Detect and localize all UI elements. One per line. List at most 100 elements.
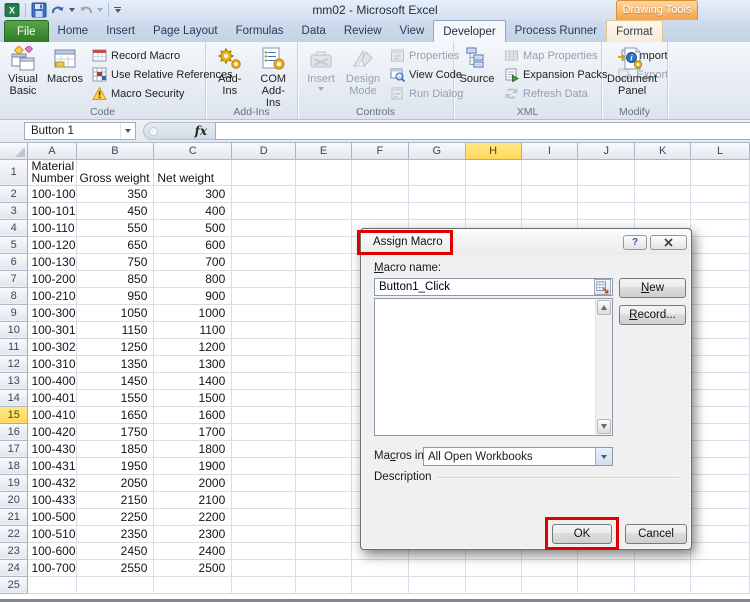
new-button[interactable]: New — [619, 278, 686, 298]
cell-C7[interactable]: 800 — [153, 270, 233, 288]
cell-B2[interactable]: 350 — [76, 185, 155, 203]
tab-review[interactable]: Review — [335, 20, 391, 42]
ribbon-source-button[interactable]: Source — [456, 44, 498, 106]
range-selector-button[interactable] — [594, 279, 611, 295]
cell-B5[interactable]: 650 — [76, 236, 155, 254]
cell-G1[interactable] — [408, 159, 466, 186]
cell-L1[interactable] — [690, 159, 750, 186]
cell-E4[interactable] — [295, 219, 352, 237]
cell-B19[interactable]: 2050 — [76, 474, 155, 492]
cell-A10[interactable]: 100-301 — [27, 321, 77, 339]
cell-J24[interactable] — [577, 559, 636, 577]
cell-A14[interactable]: 100-401 — [27, 389, 77, 407]
cell-I1[interactable] — [521, 159, 579, 186]
cell-L5[interactable] — [690, 236, 750, 254]
row-header-12[interactable]: 12 — [0, 355, 29, 373]
row-header-21[interactable]: 21 — [0, 508, 29, 526]
cell-K25[interactable] — [634, 576, 692, 594]
cell-L9[interactable] — [690, 304, 750, 322]
cell-B25[interactable] — [76, 576, 155, 594]
cell-A23[interactable]: 100-600 — [27, 542, 77, 560]
macro-list-scrollbar[interactable] — [595, 299, 612, 435]
cell-L3[interactable] — [690, 202, 750, 220]
cell-A2[interactable]: 100-100 — [27, 185, 77, 203]
cell-D1[interactable] — [231, 159, 297, 186]
cell-D8[interactable] — [231, 287, 297, 305]
cell-C10[interactable]: 1100 — [153, 321, 233, 339]
tab-process-runner[interactable]: Process Runner — [506, 20, 606, 42]
cell-A13[interactable]: 100-400 — [27, 372, 77, 390]
dialog-title-bar[interactable]: Assign Macro ? — [362, 230, 690, 255]
cell-E13[interactable] — [295, 372, 352, 390]
cell-C15[interactable]: 1600 — [153, 406, 233, 424]
cell-L12[interactable] — [690, 355, 750, 373]
cell-K1[interactable] — [634, 159, 692, 186]
scroll-up-icon[interactable] — [597, 300, 611, 315]
row-header-20[interactable]: 20 — [0, 491, 29, 509]
cell-I25[interactable] — [521, 576, 579, 594]
cell-E11[interactable] — [295, 338, 352, 356]
cell-B9[interactable]: 1050 — [76, 304, 155, 322]
cell-G2[interactable] — [408, 185, 466, 203]
macro-list[interactable] — [374, 298, 613, 436]
ribbon-add-ins-button[interactable]: Add-Ins — [208, 44, 252, 106]
column-header-J[interactable]: J — [577, 143, 636, 160]
column-header-L[interactable]: L — [690, 143, 750, 160]
cell-A7[interactable]: 100-200 — [27, 270, 77, 288]
cell-C13[interactable]: 1400 — [153, 372, 233, 390]
column-header-I[interactable]: I — [521, 143, 579, 160]
cell-C4[interactable]: 500 — [153, 219, 233, 237]
cell-D16[interactable] — [231, 423, 297, 441]
cell-A1[interactable]: Material Number — [27, 159, 77, 186]
cell-B10[interactable]: 1150 — [76, 321, 155, 339]
cell-L15[interactable] — [690, 406, 750, 424]
cell-B1[interactable]: Gross weight — [76, 159, 155, 186]
cell-C17[interactable]: 1800 — [153, 440, 233, 458]
cell-F1[interactable] — [351, 159, 409, 186]
cell-B8[interactable]: 950 — [76, 287, 155, 305]
cell-E20[interactable] — [295, 491, 352, 509]
cell-E7[interactable] — [295, 270, 352, 288]
cell-E2[interactable] — [295, 185, 352, 203]
cell-L16[interactable] — [690, 423, 750, 441]
cell-D2[interactable] — [231, 185, 297, 203]
cell-B16[interactable]: 1750 — [76, 423, 155, 441]
cell-B6[interactable]: 750 — [76, 253, 155, 271]
cell-C11[interactable]: 1200 — [153, 338, 233, 356]
cell-C2[interactable]: 300 — [153, 185, 233, 203]
ribbon-design-mode-button[interactable]: Design Mode — [342, 44, 384, 106]
cell-H24[interactable] — [465, 559, 522, 577]
dropdown-arrow-icon[interactable] — [595, 448, 612, 465]
cell-F24[interactable] — [351, 559, 409, 577]
tab-view[interactable]: View — [391, 20, 434, 42]
cell-D7[interactable] — [231, 270, 297, 288]
cell-D6[interactable] — [231, 253, 297, 271]
cell-D10[interactable] — [231, 321, 297, 339]
cell-D9[interactable] — [231, 304, 297, 322]
name-box[interactable]: Button 1 — [24, 122, 136, 140]
cell-J1[interactable] — [577, 159, 636, 186]
cell-D19[interactable] — [231, 474, 297, 492]
cell-D13[interactable] — [231, 372, 297, 390]
ribbon-insert-control-button[interactable]: Insert — [300, 44, 342, 106]
cell-C18[interactable]: 1900 — [153, 457, 233, 475]
cell-E25[interactable] — [295, 576, 352, 594]
cell-A16[interactable]: 100-420 — [27, 423, 77, 441]
cell-A9[interactable]: 100-300 — [27, 304, 77, 322]
cell-D24[interactable] — [231, 559, 297, 577]
cell-G3[interactable] — [408, 202, 466, 220]
ok-button[interactable]: OK — [552, 524, 612, 544]
cell-E24[interactable] — [295, 559, 352, 577]
cell-L13[interactable] — [690, 372, 750, 390]
cell-D12[interactable] — [231, 355, 297, 373]
tab-insert[interactable]: Insert — [97, 20, 144, 42]
cell-B13[interactable]: 1450 — [76, 372, 155, 390]
cell-A19[interactable]: 100-432 — [27, 474, 77, 492]
row-header-10[interactable]: 10 — [0, 321, 29, 339]
row-header-2[interactable]: 2 — [0, 185, 29, 203]
cell-B15[interactable]: 1650 — [76, 406, 155, 424]
cell-A4[interactable]: 100-110 — [27, 219, 77, 237]
ribbon-document-panel-button[interactable]: i Document Panel — [604, 44, 660, 106]
column-header-D[interactable]: D — [231, 143, 297, 160]
cell-E18[interactable] — [295, 457, 352, 475]
